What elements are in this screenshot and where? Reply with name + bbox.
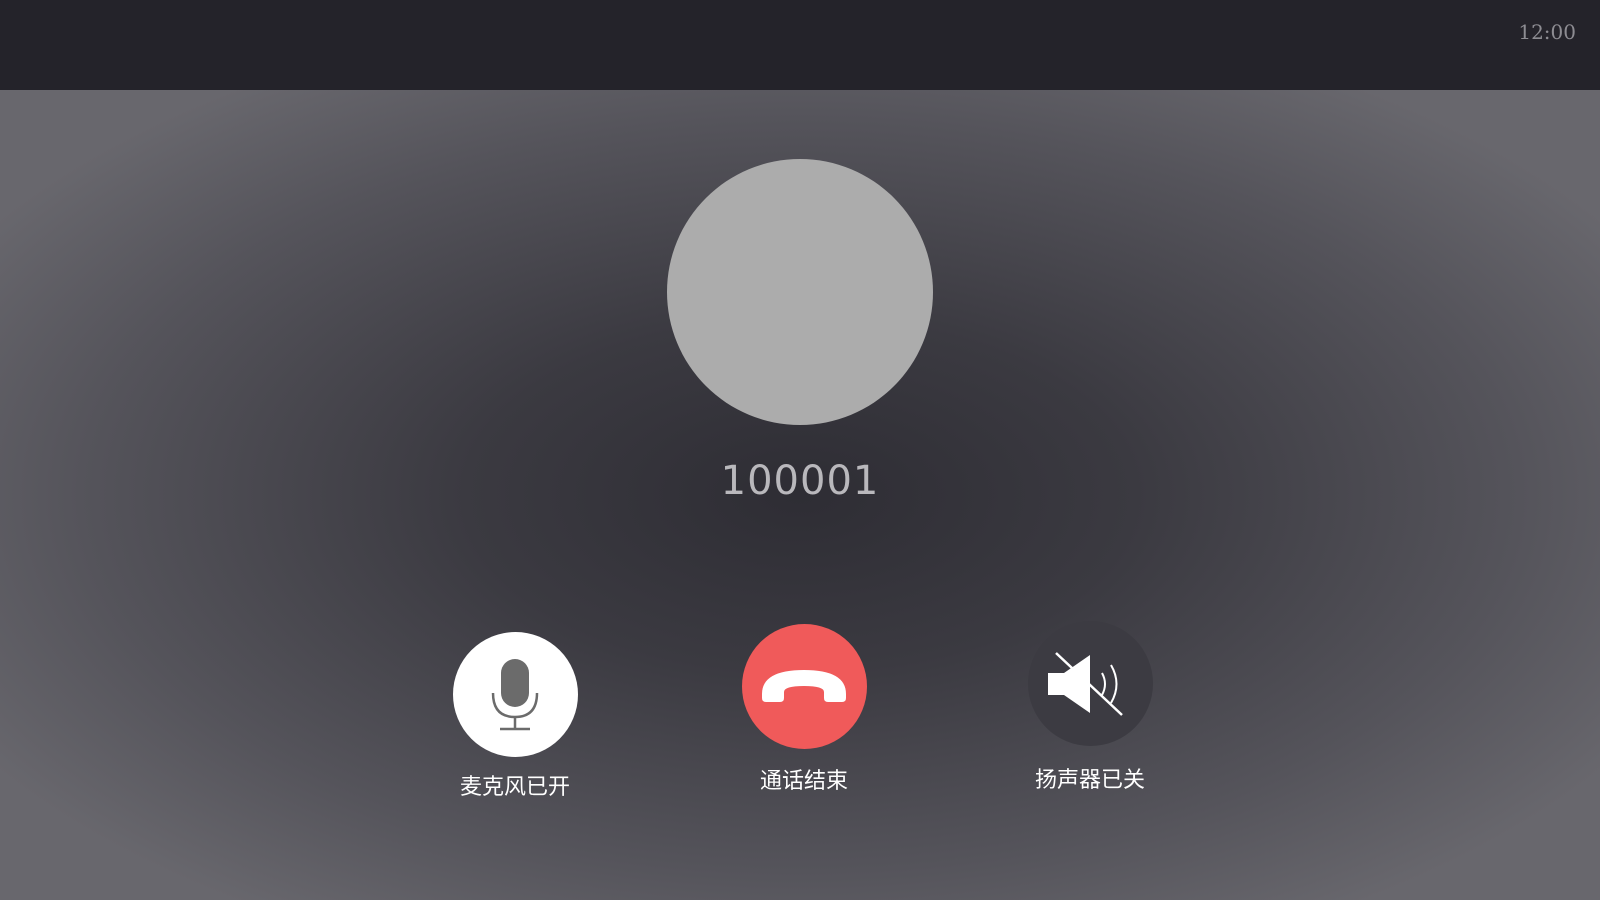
mic-toggle-button[interactable]: [452, 632, 578, 757]
speaker-label: 扬声器已关: [1034, 768, 1145, 793]
call-screen: 12:00 100001 麦克风已开 通话结束 扬声器已关: [0, 0, 1600, 900]
status-bar: 12:00: [0, 0, 1600, 90]
speaker-muted-icon: [1048, 651, 1123, 716]
phone-hangup-icon: [762, 669, 846, 702]
caller-number: 100001: [720, 458, 880, 504]
microphone-icon: [491, 658, 539, 730]
end-call-label: 通话结束: [759, 769, 848, 794]
caller-avatar: [667, 159, 933, 425]
mic-control: 麦克风已开: [415, 632, 615, 801]
speaker-toggle-button[interactable]: [1027, 621, 1153, 746]
end-call-button[interactable]: [741, 624, 867, 749]
speaker-control: 扬声器已关: [990, 621, 1190, 794]
end-call-control: 通话结束: [704, 624, 904, 795]
call-area: 100001 麦克风已开 通话结束 扬声器已关: [0, 90, 1600, 900]
mic-label: 麦克风已开: [459, 775, 570, 800]
status-clock: 12:00: [1518, 20, 1576, 44]
